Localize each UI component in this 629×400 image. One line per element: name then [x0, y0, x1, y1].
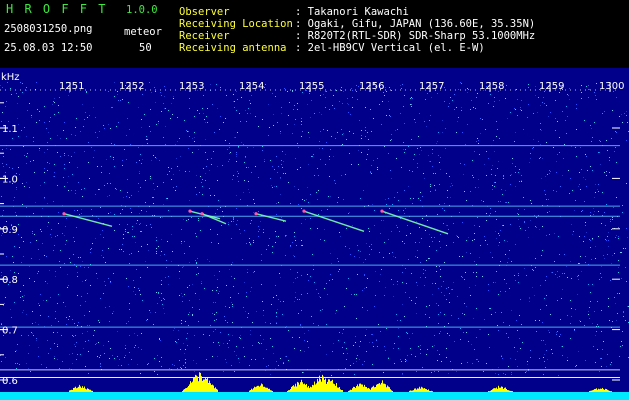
- time-tick-label: 1258: [479, 81, 504, 92]
- meteor-count: 50: [139, 42, 152, 54]
- freq-tick-label: 0.6: [2, 376, 18, 387]
- freq-tick-label: 1.1: [2, 124, 18, 135]
- datetime: 25.08.03 12:50: [4, 42, 93, 54]
- time-tick-label: 1257: [419, 81, 444, 92]
- meteor-echo-head: [200, 212, 204, 216]
- info-label-antenna: Receiving antenna: [179, 42, 287, 54]
- freq-tick-label: 0.7: [2, 326, 18, 337]
- filename: 2508031250.png: [4, 23, 93, 35]
- info-value-location: : Ogaki, Gifu, JAPAN (136.60E, 35.35N): [295, 18, 536, 30]
- app-version: 1.0.0: [126, 4, 158, 16]
- time-tick-label: 1253: [179, 81, 204, 92]
- time-tick-label: 1259: [539, 81, 564, 92]
- spectrogram-background: [0, 68, 629, 400]
- meteor-echo-head: [62, 212, 66, 216]
- freq-tick-label: 1.0: [2, 174, 18, 185]
- info-value-observer: : Takanori Kawachi: [295, 6, 409, 18]
- spectrogram: 1251 1252 1253 1254 1255 1256 1257 1258 1259 1300…: [0, 68, 629, 400]
- meteor-echo-head: [254, 212, 258, 216]
- time-tick-label: 1255: [299, 81, 324, 92]
- histogram-base: [0, 392, 629, 400]
- time-tick-label: 1251: [59, 81, 84, 92]
- freq-tick-label: 0.8: [2, 275, 18, 286]
- info-value-antenna: : 2el-HB9CV Vertical (el. E-W): [295, 42, 485, 54]
- info-label-receiver: Receiver: [179, 30, 230, 42]
- time-tick-label: 1252: [119, 81, 144, 92]
- info-value-receiver: : R820T2(RTL-SDR) SDR-Sharp 53.1000MHz: [295, 30, 536, 42]
- freq-tick-label: 0.9: [2, 225, 18, 236]
- time-tick-label: 1256: [359, 81, 384, 92]
- y-unit-label: kHz: [1, 72, 20, 83]
- info-label-observer: Observer: [179, 6, 230, 18]
- meteor-echo-head: [188, 209, 192, 213]
- time-tick-label: 1254: [239, 81, 264, 92]
- meteor-label: meteor: [124, 26, 162, 38]
- meteor-echo-head: [380, 209, 384, 213]
- header-panel: H R O F F T 1.0.0 2508031250.png meteor …: [0, 0, 629, 68]
- info-label-location: Receiving Location: [179, 18, 293, 30]
- time-tick-label: 1300: [599, 81, 624, 92]
- meteor-echo-head: [302, 209, 306, 213]
- app-name: H R O F F T: [6, 2, 108, 16]
